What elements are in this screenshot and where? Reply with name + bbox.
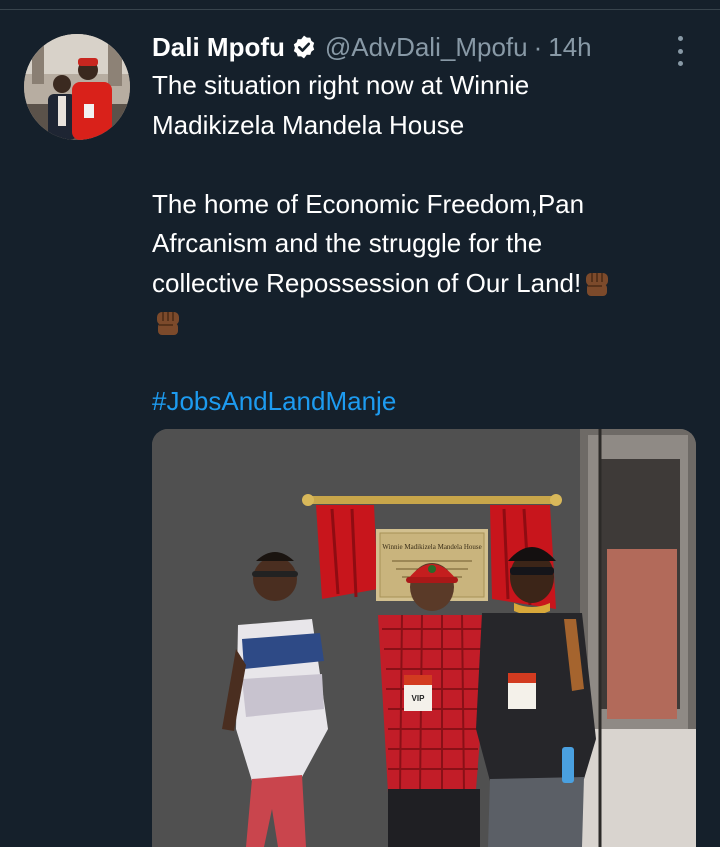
hashtag-link[interactable]: #JobsAndLandManje (152, 382, 692, 422)
tweet-text-line (152, 303, 692, 343)
raised-fist-icon (157, 312, 179, 335)
author-handle[interactable]: @AdvDali_Mpofu (325, 32, 528, 63)
tweet-text-line: Madikizela Mandela House (152, 109, 465, 140)
tweet-text-line: Afrcanism and the struggle for the (152, 228, 543, 258)
verified-badge-icon (291, 34, 317, 60)
plaque-title: Winnie Madikizela Mandela House (382, 543, 481, 551)
raised-fist-icon (586, 272, 609, 296)
tweet-header: Dali Mpofu @AdvDali_Mpofu · 14h (152, 30, 592, 64)
tweet-photo[interactable]: Winnie Madikizela Mandela House VIP (152, 429, 696, 847)
header-separator: · (533, 31, 543, 62)
more-options-icon[interactable] (669, 34, 691, 68)
tweet-text-line: The home of Economic Freedom,Pan (152, 188, 585, 219)
tweet-text-line: The situation right now at Winnie (152, 70, 530, 100)
avatar[interactable] (24, 34, 130, 140)
lanyard-badge-text: VIP (412, 694, 426, 703)
tweet-text-fragment: collective Repossession of Our Land! (152, 267, 582, 298)
timestamp[interactable]: 14h (548, 32, 591, 63)
timeline-divider (0, 0, 720, 10)
tweet-text: The situation right now at Winnie Madiki… (152, 66, 692, 422)
tweet[interactable]: Dali Mpofu @AdvDali_Mpofu · 14h The situ… (0, 10, 720, 847)
tweet-text-line-with-emoji: collective Repossession of Our Land! (152, 264, 692, 304)
author-name[interactable]: Dali Mpofu (152, 32, 285, 63)
